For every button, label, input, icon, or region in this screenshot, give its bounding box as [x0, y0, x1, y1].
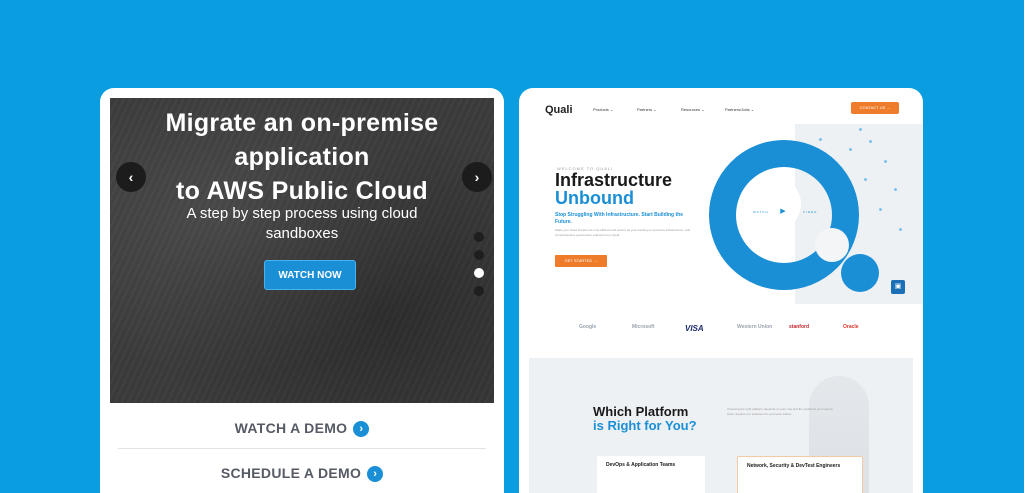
carousel-dot-3[interactable]: [474, 268, 484, 278]
platform-title: Which Platform: [593, 404, 689, 419]
decor-dot: [859, 128, 862, 131]
nav-item-partners[interactable]: Partners ⌄: [637, 107, 657, 112]
hero-title-unbound: Unbound: [555, 188, 634, 208]
platform-section: Which Platform is Right for You? Choosin…: [529, 358, 913, 493]
decor-dot: [869, 140, 872, 143]
quali-logo[interactable]: Quali: [545, 104, 573, 116]
chevron-right-icon: ›: [367, 466, 384, 483]
play-icon[interactable]: ▶: [775, 204, 791, 220]
decor-dot: [884, 160, 887, 163]
carousel-next-arrow-icon[interactable]: ›: [462, 162, 492, 192]
platform-card-network-title: Network, Security & DevTest Engineers: [747, 463, 841, 469]
carousel-dot-2[interactable]: [474, 250, 484, 260]
hero-tagline: Stop Struggling With Infrastructure. Sta…: [555, 212, 684, 225]
play-label-right: VIDEO: [803, 210, 818, 214]
hero-title: Migrate an on-premise application to AWS…: [110, 106, 494, 208]
hero-carousel: Migrate an on-premise application to AWS…: [110, 98, 494, 403]
carousel-dot-1[interactable]: [474, 232, 484, 242]
watch-demo-label: WATCH A DEMO: [234, 420, 348, 436]
logo-stanford: stanford: [789, 324, 809, 330]
hero-body: Make your cloud footprint as cost-effici…: [555, 228, 691, 237]
nav-item-products[interactable]: Products ⌄: [593, 107, 613, 112]
platform-body: Choosing the right platform depends on y…: [727, 407, 833, 416]
carousel-prev-arrow-icon[interactable]: ‹: [116, 162, 146, 192]
hero-subtitle: A step by step process using cloud sandb…: [170, 204, 434, 244]
hero-subtitle-line1: A step by step process using cloud: [186, 205, 418, 222]
client-logos: Google Microsoft VISA Western Union stan…: [519, 324, 923, 338]
hero-title-line2: application: [234, 143, 370, 171]
decor-dot: [879, 208, 882, 211]
watch-demo-link[interactable]: WATCH A DEMO ›: [100, 420, 504, 438]
q-ring-notch: [815, 228, 849, 262]
decor-dot: [894, 188, 897, 191]
nav-item-resources[interactable]: Resources ⌄: [681, 107, 705, 112]
carousel-dot-4[interactable]: [474, 286, 484, 296]
platform-card-devops-title: DevOps & Application Teams: [606, 462, 676, 468]
q-ring-center: [747, 177, 801, 231]
logo-visa: VISA: [685, 324, 704, 333]
play-label-left: WATCH: [753, 210, 769, 214]
decor-dot: [819, 138, 822, 141]
platform-title-accent: is Right for You?: [593, 418, 697, 433]
q-logo-ball: [841, 254, 879, 292]
decor-dot: [849, 148, 852, 151]
get-started-button[interactable]: GET STARTED →: [555, 255, 607, 267]
logo-google: Google: [579, 324, 597, 330]
carousel-dots: [474, 232, 484, 304]
left-card: Migrate an on-premise application to AWS…: [100, 88, 504, 493]
chat-icon[interactable]: ▣: [891, 280, 905, 294]
logo-western-union: Western Union: [737, 324, 773, 330]
divider: [118, 448, 486, 449]
contact-us-button[interactable]: CONTACT US →: [851, 102, 899, 114]
chevron-right-icon: ›: [353, 421, 370, 438]
logo-oracle: Oracle: [843, 324, 859, 330]
platform-card-devops[interactable]: DevOps & Application Teams: [597, 456, 705, 493]
hero-title-line3: to AWS Public Cloud: [176, 177, 428, 205]
watch-now-button[interactable]: WATCH NOW: [264, 260, 356, 290]
schedule-demo-link[interactable]: SCHEDULE A DEMO ›: [100, 465, 504, 483]
schedule-demo-label: SCHEDULE A DEMO: [220, 465, 362, 481]
nav-item-jobs[interactable]: Partners/Jobs ⌄: [725, 107, 754, 112]
platform-card-network[interactable]: Network, Security & DevTest Engineers: [737, 456, 863, 493]
right-card: Quali Products ⌄ Partners ⌄ Resources ⌄ …: [519, 88, 923, 493]
site-nav: Quali Products ⌄ Partners ⌄ Resources ⌄ …: [519, 88, 923, 124]
decor-dot: [899, 228, 902, 231]
hero-subtitle-line2: sandboxes: [265, 225, 339, 242]
hero-title-line1: Migrate an on-premise: [165, 109, 439, 137]
decor-dot: [864, 178, 867, 181]
logo-microsoft: Microsoft: [632, 324, 655, 330]
